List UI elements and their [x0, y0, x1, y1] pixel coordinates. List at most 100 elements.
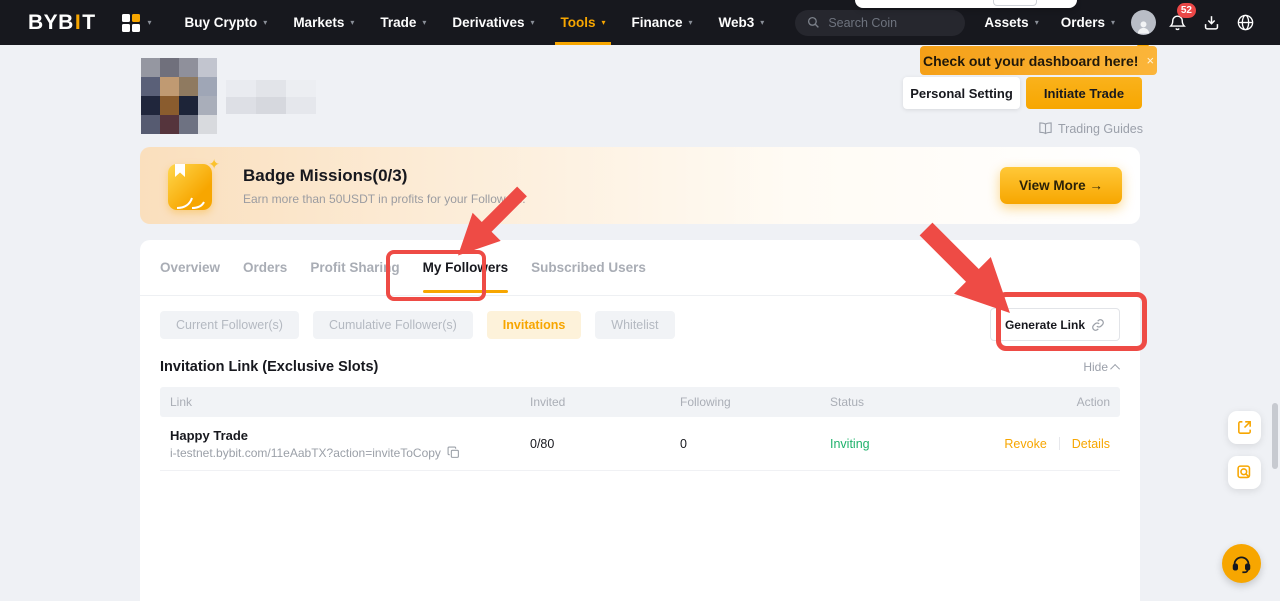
main-menu: Buy Crypto▾ Markets▾ Trade▾ Derivatives▾… [172, 0, 778, 45]
invitation-section-title: Invitation Link (Exclusive Slots) [160, 359, 378, 375]
nav-item-markets[interactable]: Markets▾ [280, 0, 367, 45]
tab-overview[interactable]: Overview [160, 240, 220, 296]
column-status: Status [820, 395, 990, 409]
profile-avatar-button[interactable] [1126, 0, 1160, 45]
invitation-link-url-row: i-testnet.bybit.com/11eAabTX?action=invi… [170, 446, 510, 460]
initiate-trade-button[interactable]: Initiate Trade [1026, 77, 1142, 109]
trading-guides-link[interactable]: Trading Guides [1038, 120, 1143, 137]
chevron-down-icon: ▾ [1111, 18, 1115, 27]
action-divider [1059, 437, 1060, 450]
chevron-down-icon: ▾ [263, 18, 267, 27]
copy-icon[interactable] [447, 446, 460, 459]
chevron-down-icon: ▾ [530, 18, 534, 27]
notifications-button[interactable]: 52 [1160, 0, 1194, 45]
hide-toggle[interactable]: Hide [1083, 360, 1120, 374]
nav-item-derivatives[interactable]: Derivatives▾ [439, 0, 547, 45]
user-icon [1135, 18, 1152, 35]
generate-link-button[interactable]: Generate Link [990, 308, 1120, 341]
search-icon [807, 16, 820, 29]
invitation-section-header: Invitation Link (Exclusive Slots) Hide [140, 341, 1140, 387]
chevron-up-icon [1110, 363, 1120, 373]
globe-icon [1236, 13, 1255, 32]
arrow-right-icon: → [1089, 178, 1103, 193]
book-icon [1038, 122, 1053, 135]
coin-search [795, 10, 965, 36]
apps-grid-icon [122, 14, 140, 32]
follower-filter-pills: Current Follower(s) Cumulative Follower(… [160, 311, 675, 339]
tab-subscribed-users[interactable]: Subscribed Users [531, 240, 646, 296]
actions-cell: Revoke Details [990, 437, 1120, 451]
headset-icon [1231, 553, 1252, 574]
invitation-link-name: Happy Trade [170, 428, 510, 443]
followers-card: Overview Orders Profit Sharing My Follow… [140, 240, 1140, 601]
nav-item-finance[interactable]: Finance▾ [619, 0, 706, 45]
nav-item-trade[interactable]: Trade▾ [367, 0, 439, 45]
badge-missions-icon: ✦ [168, 158, 218, 213]
badge-missions-title: Badge Missions(0/3) [243, 166, 526, 186]
document-search-icon [1236, 464, 1253, 481]
invited-cell: 0/80 [520, 437, 670, 451]
pill-cumulative-followers[interactable]: Cumulative Follower(s) [313, 311, 473, 339]
dashboard-tooltip: Check out your dashboard here! × [920, 46, 1157, 75]
tab-profit-sharing[interactable]: Profit Sharing [310, 240, 399, 296]
badge-missions-subtitle: Earn more than 50USDT in profits for you… [243, 192, 526, 206]
pill-current-followers[interactable]: Current Follower(s) [160, 311, 299, 339]
pill-whitelist[interactable]: Whitelist [595, 311, 674, 339]
chevron-down-icon: ▾ [422, 18, 426, 27]
chevron-down-icon: ▾ [350, 18, 354, 27]
table-row: Happy Trade i-testnet.bybit.com/11eAabTX… [160, 417, 1120, 471]
personal-setting-button[interactable]: Personal Setting [903, 77, 1020, 109]
status-badge: Inviting [820, 437, 990, 451]
download-app-button[interactable] [1194, 0, 1228, 45]
column-following: Following [670, 395, 820, 409]
chevron-down-icon: ▾ [1035, 18, 1039, 27]
download-icon [1202, 13, 1221, 32]
cutoff-popup-fragment [855, 0, 1077, 8]
chevron-down-icon: ▾ [760, 18, 764, 27]
subtabs-row: Current Follower(s) Cumulative Follower(… [140, 296, 1140, 341]
column-link: Link [160, 395, 520, 409]
pill-invitations[interactable]: Invitations [487, 311, 582, 339]
share-page-button[interactable] [1228, 411, 1261, 444]
column-invited: Invited [520, 395, 670, 409]
badge-missions-banner: ✦ Badge Missions(0/3) Earn more than 50U… [140, 147, 1140, 224]
logo-text: BYB [28, 11, 74, 35]
avatar [1131, 10, 1156, 35]
following-cell: 0 [670, 437, 820, 451]
sparkle-icon: ✦ [208, 156, 220, 173]
language-button[interactable] [1228, 0, 1262, 45]
leaf-icon [174, 191, 208, 211]
column-action: Action [990, 395, 1120, 409]
close-icon[interactable]: × [1146, 53, 1154, 68]
bybit-logo[interactable]: BYBIT [28, 11, 96, 35]
nav-item-buy-crypto[interactable]: Buy Crypto▾ [172, 0, 281, 45]
logo-text-end: T [82, 11, 95, 35]
invitation-links-table: Link Invited Following Status Action Hap… [160, 387, 1120, 471]
nav-item-tools[interactable]: Tools▾ [547, 0, 618, 45]
revoke-link[interactable]: Revoke [1004, 437, 1046, 451]
page-preview-button[interactable] [1228, 456, 1261, 489]
chevron-down-icon: ▾ [601, 18, 605, 27]
customer-support-button[interactable] [1222, 544, 1261, 583]
tab-my-followers[interactable]: My Followers [423, 240, 509, 296]
invitation-link-url: i-testnet.bybit.com/11eAabTX?action=invi… [170, 446, 441, 460]
link-cell: Happy Trade i-testnet.bybit.com/11eAabTX… [160, 428, 520, 460]
external-link-icon [1236, 419, 1253, 436]
bybit-followers-page: BYBIT ▾ Buy Crypto▾ Markets▾ Trade▾ Deri… [0, 0, 1280, 601]
top-nav: BYBIT ▾ Buy Crypto▾ Markets▾ Trade▾ Deri… [0, 0, 1280, 45]
table-header-row: Link Invited Following Status Action [160, 387, 1120, 417]
profile-name-pixelated [226, 80, 316, 114]
scrollbar-thumb[interactable] [1272, 403, 1278, 469]
link-icon [1091, 318, 1105, 332]
tooltip-text: Check out your dashboard here! [923, 53, 1138, 69]
view-more-button[interactable]: View More → [1000, 167, 1122, 204]
nav-item-web3[interactable]: Web3▾ [706, 0, 778, 45]
profile-avatar-pixelated [141, 58, 217, 134]
apps-menu-button[interactable]: ▾ [122, 14, 152, 32]
search-input[interactable] [828, 16, 948, 30]
chevron-down-icon: ▾ [689, 18, 693, 27]
chevron-down-icon: ▾ [148, 18, 152, 27]
followers-tabs: Overview Orders Profit Sharing My Follow… [140, 240, 1140, 296]
tab-orders[interactable]: Orders [243, 240, 287, 296]
details-link[interactable]: Details [1072, 437, 1110, 451]
